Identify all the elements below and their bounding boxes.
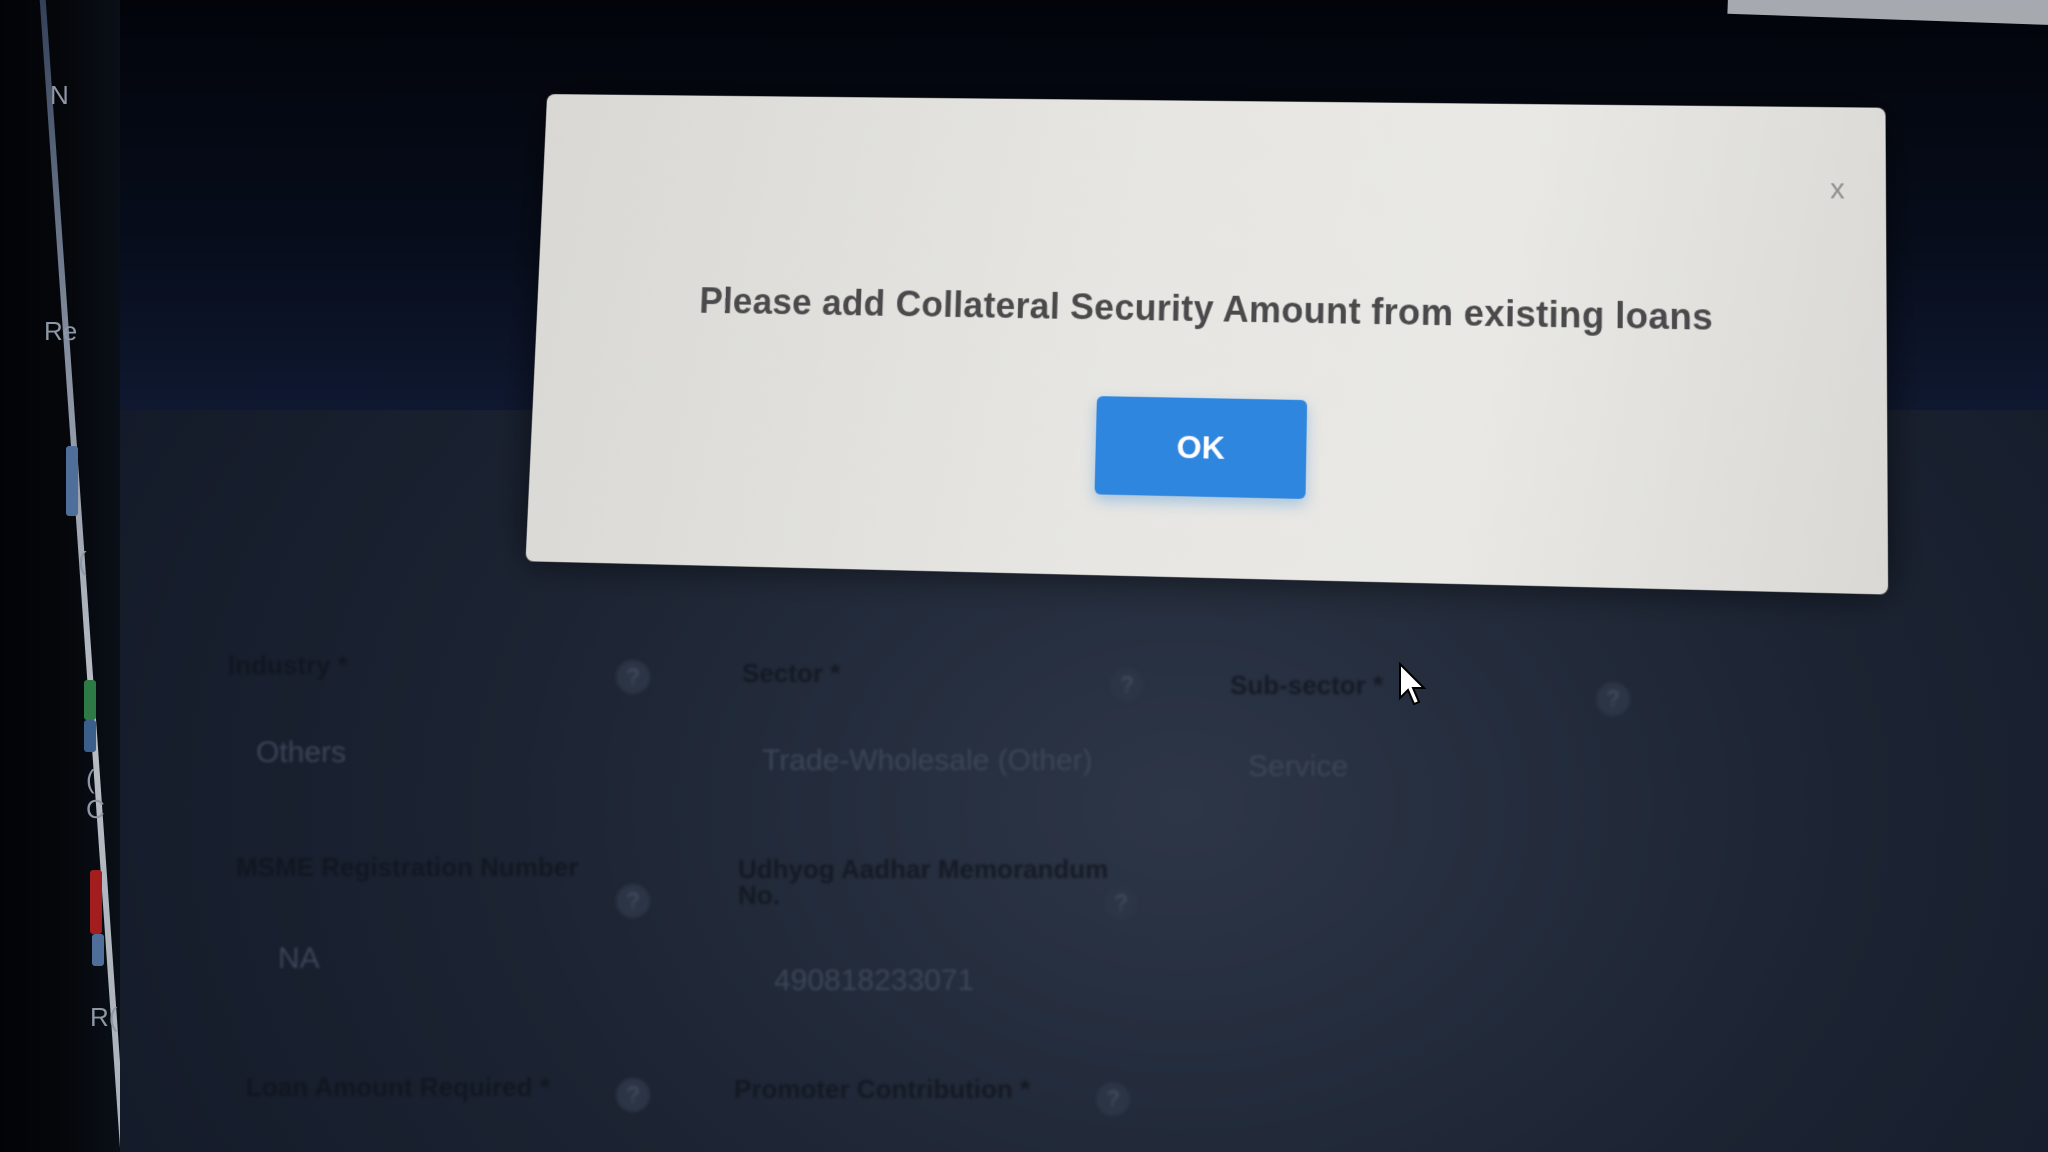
left-window-edge: N Re ( ( C R( <box>0 0 120 1152</box>
help-icon[interactable]: ? <box>616 660 650 694</box>
help-icon[interactable]: ? <box>1596 682 1630 716</box>
sidebar-fragment: ( <box>86 764 95 795</box>
udhyog-aadhar-label: Udhyog Aadhar Memorandum No. <box>738 856 1138 908</box>
mouse-pointer-icon <box>1398 662 1428 708</box>
taskbar-icon[interactable] <box>92 934 104 966</box>
taskbar-icon[interactable] <box>84 720 96 752</box>
help-icon[interactable]: ? <box>616 884 650 918</box>
sidebar-fragment: ( <box>78 546 87 577</box>
sidebar-fragment: R( <box>90 1002 117 1033</box>
alert-dialog: x Please add Collateral Security Amount … <box>525 94 1888 595</box>
screen-glare <box>1727 0 2048 26</box>
udhyog-aadhar-value[interactable]: 490818233071 <box>774 964 974 998</box>
industry-value[interactable]: Others <box>256 736 346 770</box>
industry-label: Industry * <box>228 650 348 681</box>
promoter-contribution-label: Promoter Contribution * <box>734 1074 1030 1105</box>
sidebar-fragment: Re <box>44 316 77 347</box>
sidebar-fragment: C <box>86 794 105 825</box>
sub-sector-value[interactable]: Service <box>1248 750 1348 784</box>
close-icon[interactable]: x <box>1830 173 1845 205</box>
msme-registration-value[interactable]: NA <box>278 942 320 976</box>
taskbar-icon[interactable] <box>84 680 96 720</box>
screen: N Re ( ( C R( Industry * ? Others Sector… <box>0 0 2048 1152</box>
taskbar-icon[interactable] <box>66 446 78 516</box>
help-icon[interactable]: ? <box>1104 886 1138 920</box>
help-icon[interactable]: ? <box>1096 1082 1130 1116</box>
help-icon[interactable]: ? <box>1110 668 1144 702</box>
sector-label: Sector * <box>742 658 840 689</box>
taskbar-icon[interactable] <box>90 870 102 934</box>
msme-registration-label: MSME Registration Number <box>236 852 578 883</box>
loan-amount-label: Loan Amount Required * <box>246 1072 550 1103</box>
ok-button[interactable]: OK <box>1095 396 1308 499</box>
sector-value[interactable]: Trade-Wholesale (Other) <box>762 744 1093 778</box>
help-icon[interactable]: ? <box>616 1078 650 1112</box>
sub-sector-label: Sub-sector * <box>1230 670 1383 701</box>
sidebar-fragment: N <box>50 80 69 111</box>
alert-message: Please add Collateral Security Amount fr… <box>537 278 1887 342</box>
